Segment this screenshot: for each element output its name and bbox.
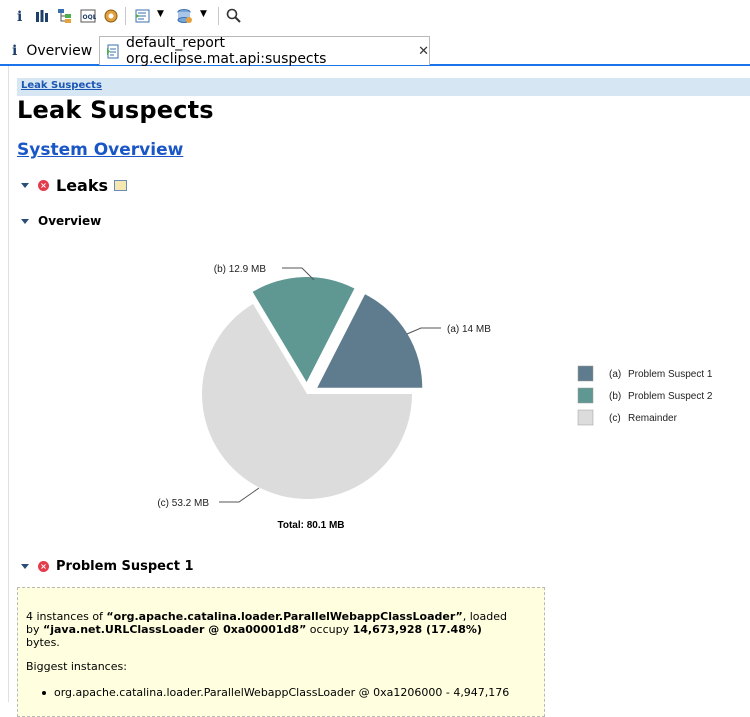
svg-text:OQL: OQL xyxy=(83,14,97,21)
close-icon[interactable]: ✕ xyxy=(418,44,429,59)
summary-text: bytes. xyxy=(26,636,60,649)
histogram-icon[interactable] xyxy=(32,6,52,26)
summary-text: , loaded xyxy=(462,610,507,623)
bullet-icon xyxy=(42,691,46,695)
suspect-size: 14,673,928 (17.48%) xyxy=(352,623,482,636)
pie-data-label-a: (a) 14 MB xyxy=(447,324,491,335)
legend-label-a: Problem Suspect 1 xyxy=(628,369,713,380)
legend-swatch-b xyxy=(577,387,594,404)
query-browser-icon[interactable] xyxy=(133,6,153,26)
legend-label-c: Remainder xyxy=(628,413,678,424)
problem-suspect-1-heading: Problem Suspect 1 xyxy=(56,559,194,574)
editor-tab-bar: i Overview default_report org.eclipse.ma… xyxy=(0,35,750,67)
collapse-triangle-icon[interactable] xyxy=(21,564,29,569)
summary-text: by xyxy=(26,623,43,636)
oql-icon[interactable]: OQL xyxy=(78,6,98,26)
tab-overview-label: Overview xyxy=(26,42,93,59)
thread-overview-icon[interactable] xyxy=(101,6,121,26)
report-icon xyxy=(106,44,120,59)
error-icon: × xyxy=(38,561,49,572)
heap-dump-dropdown-icon[interactable]: ▼ xyxy=(200,9,207,19)
main-toolbar: i OQL ▼ ▼ xyxy=(0,0,750,34)
pie-data-label-b: (b) 12.9 MB xyxy=(214,264,267,275)
summary-text: 4 instances of xyxy=(26,610,107,623)
legend-key-b: (b) xyxy=(609,391,621,402)
svg-text:i: i xyxy=(17,9,22,24)
suspect-summary: 4 instances of “org.apache.catalina.load… xyxy=(26,610,538,649)
pie-data-label-c: (c) 53.2 MB xyxy=(157,498,209,509)
info-icon: i xyxy=(12,42,18,59)
pie-leader-line-a xyxy=(406,327,441,335)
tab-overview[interactable]: i Overview xyxy=(8,38,100,63)
tab-report-label: default_report org.eclipse.mat.api:suspe… xyxy=(126,35,327,67)
leak-suspects-pie-chart: (a) 14 MB (b) 12.9 MB (c) 53.2 MB Total: 80… xyxy=(157,264,713,531)
legend-key-c: (c) xyxy=(609,413,621,424)
legend-swatch-c xyxy=(577,409,594,426)
search-icon[interactable] xyxy=(224,6,244,26)
suspect-loader-name: “java.net.URLClassLoader @ 0xa00001d8” xyxy=(43,623,307,636)
info-icon[interactable]: i xyxy=(10,6,30,26)
pie-leader-line-c xyxy=(219,487,260,503)
summary-text: occupy xyxy=(306,623,353,636)
heap-dump-overview-icon[interactable] xyxy=(175,6,195,26)
problem-suspect-1-description: 4 instances of “org.apache.catalina.load… xyxy=(17,587,545,717)
pie-total-label: Total: 80.1 MB xyxy=(277,520,344,531)
legend-swatch-a xyxy=(577,365,594,382)
biggest-instance-item: org.apache.catalina.loader.ParallelWebap… xyxy=(54,686,510,699)
dominator-tree-icon[interactable] xyxy=(55,6,75,26)
tab-default-report[interactable]: default_report org.eclipse.mat.api:suspe… xyxy=(99,35,430,67)
suspect-class-name: “org.apache.catalina.loader.ParallelWeba… xyxy=(106,610,463,623)
legend-key-a: (a) xyxy=(609,369,621,380)
legend-label-b: Problem Suspect 2 xyxy=(628,391,713,402)
list-item: org.apache.catalina.loader.ParallelWebap… xyxy=(42,686,509,699)
query-browser-dropdown-icon[interactable]: ▼ xyxy=(157,9,164,19)
report-content: Leak Suspects Leak Suspects System Overv… xyxy=(8,66,750,717)
problem-suspect-1-header[interactable]: × Problem Suspect 1 xyxy=(21,559,194,574)
biggest-instances-label: Biggest instances: xyxy=(26,660,127,673)
